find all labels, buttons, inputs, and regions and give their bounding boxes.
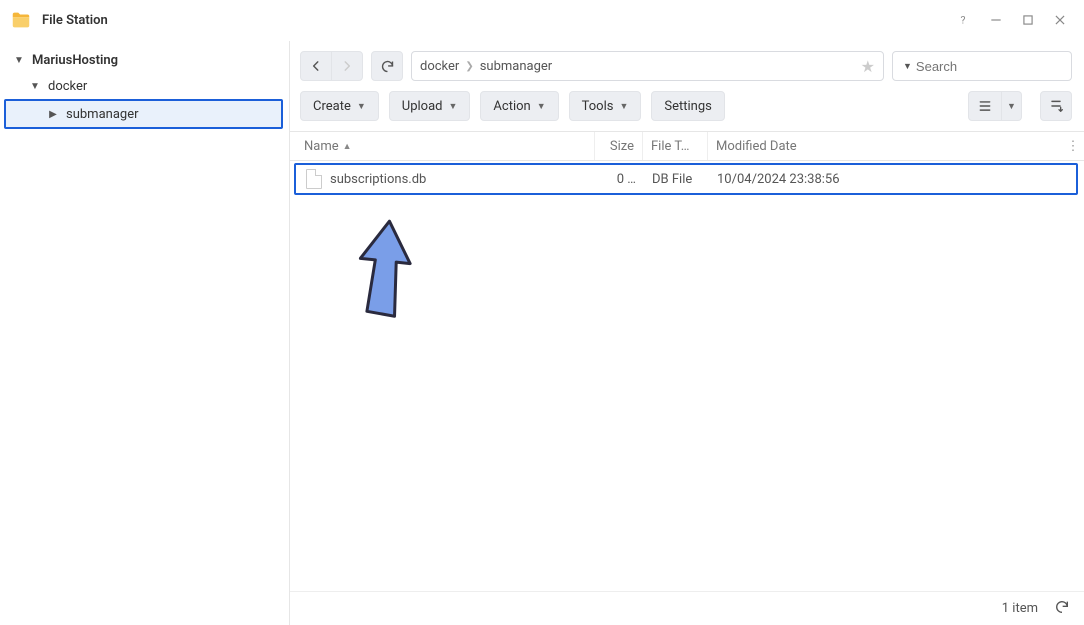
action-button[interactable]: Action ▼ bbox=[480, 91, 558, 121]
tree-root[interactable]: ▼ MariusHosting bbox=[12, 47, 283, 73]
column-header-type[interactable]: File T… bbox=[643, 132, 708, 160]
column-header-size[interactable]: Size bbox=[595, 132, 643, 160]
file-table-header: Name ▲ Size File T… Modified Date ⋮ bbox=[290, 131, 1084, 161]
refresh-button[interactable] bbox=[371, 51, 403, 81]
chevron-down-icon: ▼ bbox=[357, 101, 366, 112]
chevron-down-icon: ▼ bbox=[28, 79, 42, 93]
table-row[interactable]: subscriptions.db 0 … DB File 10/04/2024 … bbox=[296, 165, 1076, 193]
search-input[interactable] bbox=[916, 59, 1084, 74]
view-mode-group: ▼ bbox=[968, 91, 1022, 121]
breadcrumb[interactable]: docker ❯ submanager ★ bbox=[411, 51, 884, 81]
help-button[interactable]: ? bbox=[950, 6, 978, 34]
settings-button[interactable]: Settings bbox=[651, 91, 724, 121]
chevron-down-icon: ▼ bbox=[12, 53, 26, 67]
folder-tree: ▼ MariusHosting ▼ docker ▶ submanager bbox=[0, 41, 290, 625]
btn-label: Action bbox=[493, 99, 530, 114]
sort-asc-icon: ▲ bbox=[343, 141, 352, 152]
column-header-date[interactable]: Modified Date bbox=[708, 132, 1062, 160]
btn-label: Create bbox=[313, 99, 351, 114]
close-button[interactable] bbox=[1046, 6, 1074, 34]
view-list-button[interactable] bbox=[968, 91, 1002, 121]
col-label: Size bbox=[610, 139, 634, 154]
breadcrumb-segment[interactable]: docker bbox=[420, 59, 459, 74]
tools-button[interactable]: Tools ▼ bbox=[569, 91, 642, 121]
main-area: ▼ MariusHosting ▼ docker ▶ submanager do… bbox=[0, 40, 1084, 625]
refresh-status-button[interactable] bbox=[1054, 599, 1070, 619]
file-type: DB File bbox=[644, 172, 709, 187]
nav-history-group bbox=[300, 51, 363, 81]
view-dropdown-button[interactable]: ▼ bbox=[1002, 91, 1022, 121]
upload-button[interactable]: Upload ▼ bbox=[389, 91, 471, 121]
maximize-button[interactable] bbox=[1014, 6, 1042, 34]
tree-root-label: MariusHosting bbox=[32, 53, 118, 68]
breadcrumb-segment[interactable]: submanager bbox=[480, 59, 553, 74]
minimize-button[interactable] bbox=[982, 6, 1010, 34]
create-button[interactable]: Create ▼ bbox=[300, 91, 379, 121]
status-bar: 1 item bbox=[290, 591, 1084, 625]
tree-item-label: docker bbox=[48, 79, 87, 94]
item-count: 1 item bbox=[1002, 601, 1038, 616]
forward-button[interactable] bbox=[331, 51, 363, 81]
chevron-down-icon: ▼ bbox=[619, 101, 628, 112]
chevron-down-icon[interactable]: ▼ bbox=[903, 61, 912, 72]
chevron-down-icon: ▼ bbox=[537, 101, 546, 112]
btn-label: Upload bbox=[402, 99, 443, 114]
column-header-name[interactable]: Name ▲ bbox=[290, 132, 595, 160]
file-modified: 10/04/2024 23:38:56 bbox=[709, 172, 1076, 187]
file-icon bbox=[306, 169, 322, 189]
content-pane: docker ❯ submanager ★ ▼ Create▼ Upload▼ … bbox=[290, 41, 1084, 625]
file-size: 0 … bbox=[596, 172, 644, 187]
back-button[interactable] bbox=[300, 51, 332, 81]
btn-label: Settings bbox=[664, 99, 711, 114]
chevron-right-icon: ▶ bbox=[46, 107, 60, 121]
search-box[interactable]: ▼ bbox=[892, 51, 1072, 81]
chevron-right-icon: ❯ bbox=[465, 61, 473, 72]
highlighted-row-frame: subscriptions.db 0 … DB File 10/04/2024 … bbox=[294, 163, 1078, 195]
title-bar: File Station ? bbox=[0, 0, 1084, 40]
col-label: File T… bbox=[651, 139, 689, 154]
btn-label: Tools bbox=[582, 99, 614, 114]
navigation-toolbar: docker ❯ submanager ★ ▼ bbox=[290, 41, 1084, 87]
tree-item-docker[interactable]: ▼ docker bbox=[12, 73, 283, 99]
sort-button[interactable] bbox=[1040, 91, 1072, 121]
app-folder-icon bbox=[10, 9, 32, 31]
annotation-arrow-icon bbox=[345, 213, 425, 337]
favorite-star-icon[interactable]: ★ bbox=[861, 57, 875, 76]
action-toolbar: Create▼ Upload▼ Action▼ Tools▼ Settings … bbox=[290, 87, 1084, 131]
svg-text:?: ? bbox=[961, 14, 966, 27]
tree-item-label: submanager bbox=[66, 107, 139, 122]
col-label: Modified Date bbox=[716, 139, 797, 154]
tree-item-submanager[interactable]: ▶ submanager bbox=[4, 99, 283, 129]
col-label: Name bbox=[304, 139, 339, 154]
file-name: subscriptions.db bbox=[330, 172, 426, 187]
window-title: File Station bbox=[42, 13, 108, 28]
chevron-down-icon: ▼ bbox=[449, 101, 458, 112]
column-menu-button[interactable]: ⋮ bbox=[1062, 139, 1084, 154]
